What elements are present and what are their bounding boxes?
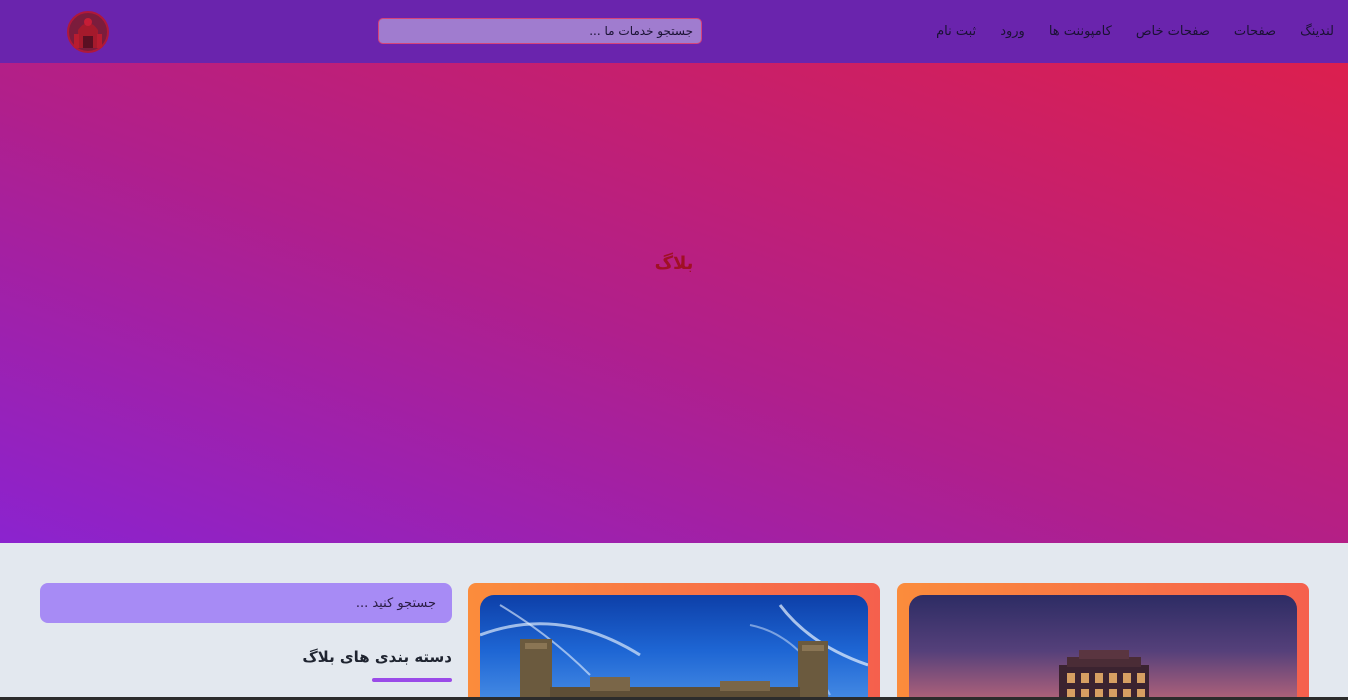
nav-menu: لندینگ صفحات صفحات خاص کامپوننت ها ورود … — [912, 0, 1334, 63]
logo-icon[interactable] — [66, 8, 110, 54]
nav-link-landing[interactable]: لندینگ — [1300, 24, 1334, 39]
blog-card[interactable] — [468, 583, 880, 700]
nav-link-pages[interactable]: صفحات — [1234, 24, 1276, 39]
blog-categories-heading: دسته بندی های بلاگ — [302, 648, 452, 666]
hero-banner: بلاگ — [0, 63, 1348, 543]
nav-link-special-pages[interactable]: صفحات خاص — [1136, 24, 1210, 39]
sidebar-search-input[interactable] — [40, 583, 452, 623]
blog-card[interactable] — [897, 583, 1309, 700]
heading-underline — [372, 678, 452, 682]
nav-search-input[interactable] — [378, 18, 702, 44]
hero-title: بلاگ — [654, 253, 694, 274]
palace-sunset-photo[interactable] — [909, 595, 1297, 700]
nav-link-register[interactable]: ثبت نام — [936, 24, 976, 39]
nav-link-login[interactable]: ورود — [1000, 24, 1025, 39]
navbar: لندینگ صفحات صفحات خاص کامپوننت ها ورود … — [0, 0, 1348, 63]
nav-link-components[interactable]: کامپوننت ها — [1049, 24, 1112, 39]
ruins-sky-photo[interactable] — [480, 595, 868, 700]
